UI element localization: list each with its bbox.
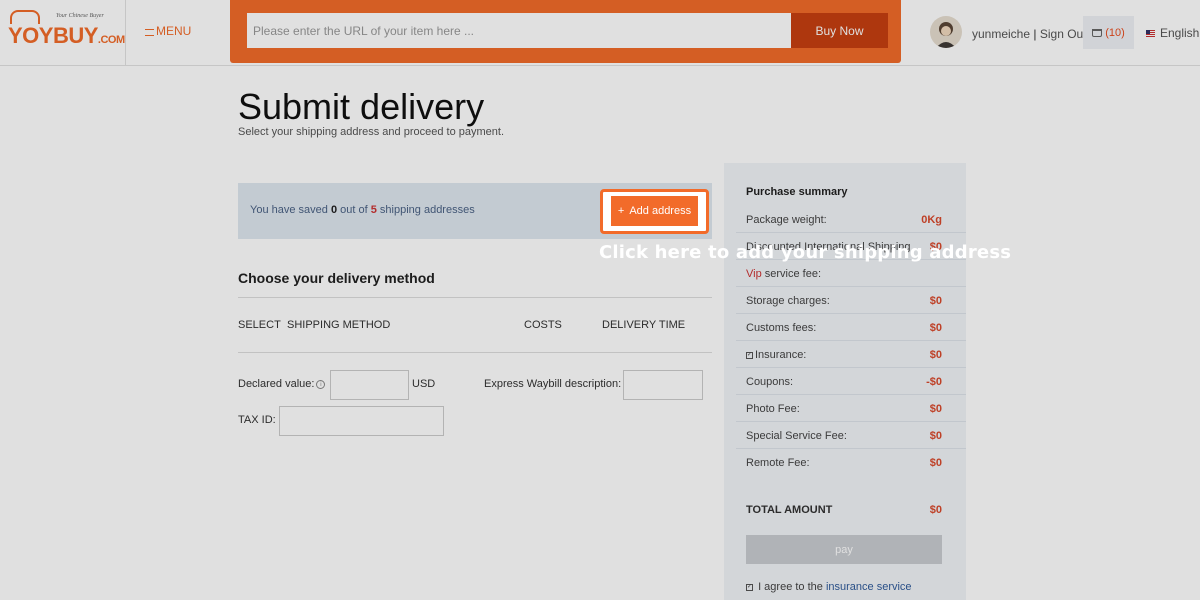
user-separator: |: [1033, 27, 1037, 41]
hamburger-icon: [145, 28, 154, 36]
pay-button[interactable]: pay: [746, 535, 942, 564]
saved-prefix: You have saved: [250, 204, 328, 216]
row-label: Customs fees:: [746, 322, 817, 334]
agree-checkbox[interactable]: ✓: [746, 583, 753, 591]
row-value: $0: [929, 349, 942, 361]
header-divider: [125, 0, 126, 66]
total-amount-label: TOTAL AMOUNT: [746, 504, 833, 516]
language-selector[interactable]: English: [1146, 26, 1199, 40]
add-address-highlight: + Add address: [600, 189, 709, 234]
agree-terms: ✓ I agree to the insurance service: [746, 581, 912, 593]
insurance-checkbox[interactable]: ✓: [746, 351, 753, 359]
insurance-service-link[interactable]: insurance service: [826, 581, 912, 593]
add-address-button[interactable]: + Add address: [611, 196, 698, 226]
declared-value-input[interactable]: [330, 370, 409, 400]
us-flag-icon: [1146, 29, 1155, 37]
saved-max: 5: [370, 204, 377, 216]
summary-row: Remote Fee: $0: [736, 449, 966, 476]
row-value: $0: [929, 430, 942, 442]
page-subtitle: Select your shipping address and proceed…: [238, 126, 504, 138]
sign-out-link[interactable]: Sign Out: [1040, 27, 1087, 41]
row-label: Coupons:: [746, 376, 794, 388]
vip-label: Vip: [746, 268, 762, 280]
add-address-label: Add address: [629, 205, 692, 217]
yoybuy-logo[interactable]: Your Chinese Buyer YOYBUY.COM: [6, 10, 125, 50]
row-value: 0Kg: [921, 214, 942, 226]
logo-tagline: Your Chinese Buyer: [56, 13, 104, 19]
summary-row: Photo Fee: $0: [736, 395, 966, 422]
tutorial-hint: Click here to add your shipping address: [599, 242, 1012, 263]
summary-row: Package weight: 0Kg: [736, 206, 966, 233]
logo-suffix: .COM: [97, 34, 125, 46]
row-value: $0: [929, 295, 942, 307]
row-label: Remote Fee:: [746, 457, 810, 469]
row-value: $0: [929, 322, 942, 334]
logo-wordmark: YOYBUY.COM: [8, 23, 125, 49]
shopping-bag-icon: [10, 10, 40, 24]
row-label: Vip service fee:: [746, 268, 821, 280]
page-title: Submit delivery: [238, 86, 485, 127]
summary-row: Special Service Fee: $0: [736, 422, 966, 449]
saved-middle: out of: [340, 204, 368, 216]
divider: [238, 352, 712, 353]
url-search-input[interactable]: [247, 13, 792, 48]
column-shipping-method: SHIPPING METHOD: [287, 319, 391, 331]
info-icon[interactable]: i: [316, 379, 326, 389]
column-select: SELECT: [238, 319, 281, 331]
declared-value-text: Declared value:: [238, 378, 315, 390]
summary-row: Coupons: -$0: [736, 368, 966, 395]
saved-count: 0: [330, 204, 338, 216]
search-bar: Buy Now: [230, 0, 901, 63]
summary-title: Purchase summary: [746, 186, 848, 198]
cart-count: (10): [1105, 26, 1125, 39]
tax-id-input[interactable]: [279, 406, 444, 436]
summary-row: ✓ Insurance: $0: [736, 341, 966, 368]
logo-name: YOYBUY: [8, 23, 98, 48]
cart-button[interactable]: (10): [1083, 16, 1134, 49]
top-header: Your Chinese Buyer YOYBUY.COM MENU Buy N…: [0, 0, 1200, 66]
tax-id-label: TAX ID:: [238, 414, 276, 426]
saved-addresses-text: You have saved 0 out of 5 shipping addre…: [250, 204, 475, 216]
agree-text: I agree to the: [758, 581, 823, 593]
user-avatar-icon: [936, 22, 956, 48]
language-label: English: [1160, 26, 1200, 40]
row-label: Storage charges:: [746, 295, 830, 307]
row-label: Special Service Fee:: [746, 430, 847, 442]
row-value: $0: [929, 457, 942, 469]
row-value: $0: [929, 403, 942, 415]
waybill-description-label: Express Waybill description:: [484, 378, 622, 390]
plus-icon: +: [617, 205, 625, 217]
row-value: -$0: [926, 376, 942, 388]
summary-row: Vip service fee:: [736, 260, 966, 287]
total-amount-value: $0: [929, 504, 942, 516]
column-costs: COSTS: [524, 319, 562, 331]
insurance-label: Insurance:: [755, 349, 807, 361]
delivery-method-title: Choose your delivery method: [238, 270, 435, 286]
declared-value-label: Declared value: i: [238, 378, 326, 390]
buy-now-button[interactable]: Buy Now: [791, 13, 888, 48]
summary-row: Storage charges: $0: [736, 287, 966, 314]
cart-icon: [1092, 28, 1103, 37]
saved-suffix: shipping addresses: [379, 204, 475, 216]
vip-fee-label: service fee:: [764, 268, 822, 280]
declared-unit: USD: [412, 378, 436, 390]
purchase-summary-panel: Purchase summary Package weight: 0Kg Dis…: [724, 163, 966, 600]
menu-button[interactable]: MENU: [145, 24, 191, 38]
summary-row: Customs fees: $0: [736, 314, 966, 341]
row-label: Package weight:: [746, 214, 827, 226]
row-label: Photo Fee:: [746, 403, 800, 415]
divider: [238, 297, 712, 298]
menu-label: MENU: [156, 24, 192, 38]
user-info: yunmeiche | Sign Out: [972, 27, 1087, 41]
row-label: ✓ Insurance:: [746, 349, 806, 361]
avatar[interactable]: [930, 16, 962, 48]
tutorial-overlay: [0, 0, 1200, 600]
username-link[interactable]: yunmeiche: [972, 27, 1030, 41]
waybill-description-input[interactable]: [623, 370, 703, 400]
column-delivery-time: DELIVERY TIME: [602, 319, 686, 331]
